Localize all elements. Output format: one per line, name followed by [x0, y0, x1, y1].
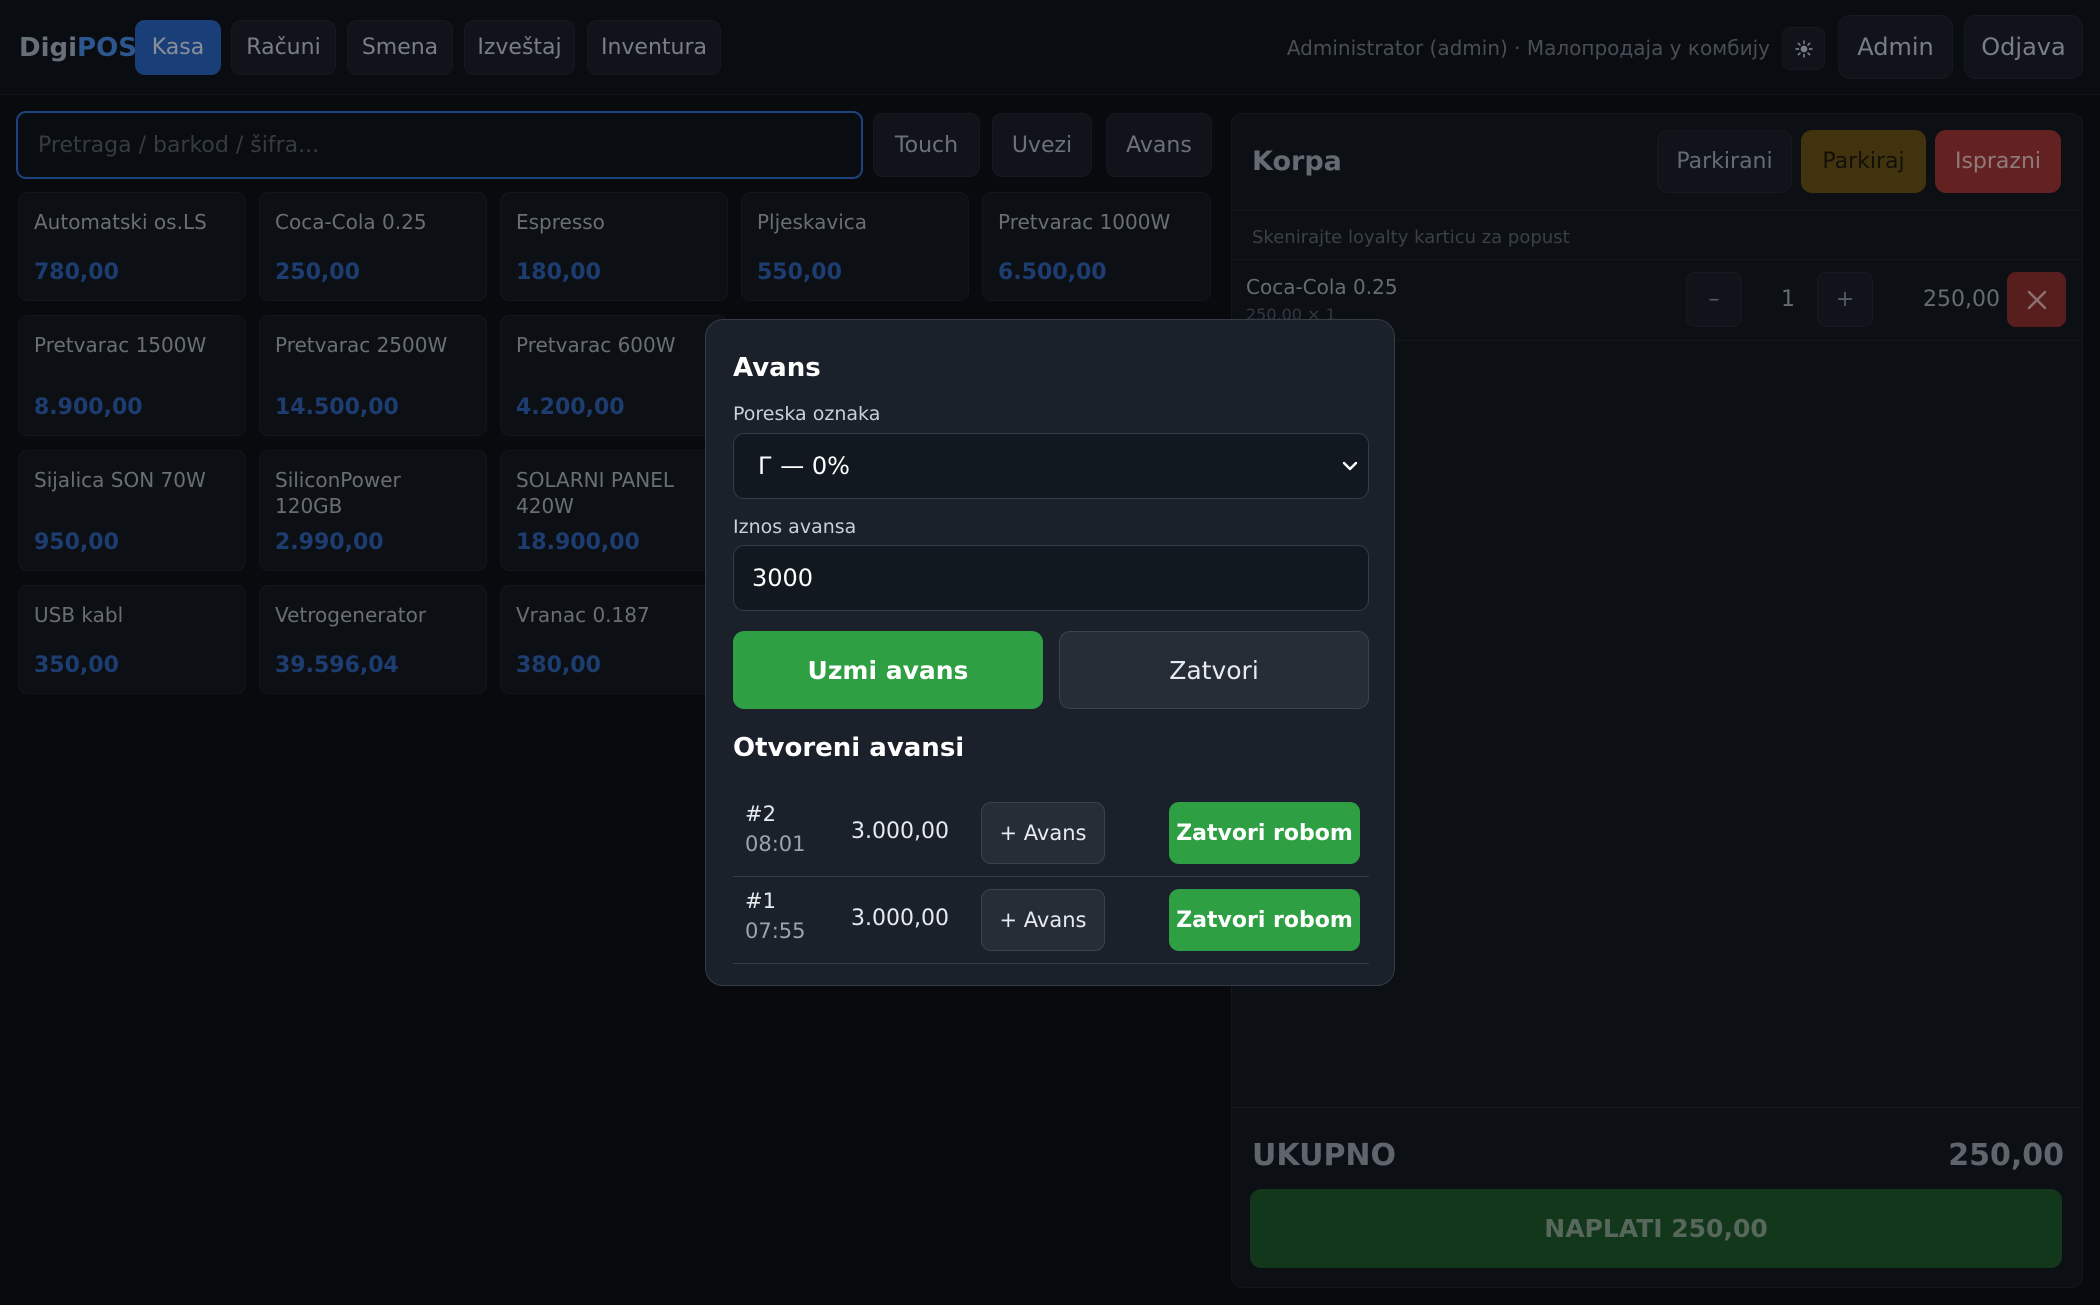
advance-id: #2 [745, 802, 776, 826]
advance-time: 07:55 [745, 919, 806, 943]
advance-amount: 3.000,00 [851, 819, 949, 844]
close-with-goods-button[interactable]: Zatvori robom [1169, 802, 1360, 864]
add-advance-button[interactable]: + Avans [981, 802, 1105, 864]
advance-id: #1 [745, 889, 776, 913]
tax-select-value: Г — 0% [758, 452, 850, 480]
tax-label: Poreska oznaka [733, 403, 881, 425]
open-advance-row: #1 07:55 3.000,00 + Avans Zatvori robom [733, 877, 1369, 964]
amount-input[interactable] [733, 545, 1369, 611]
amount-label: Iznos avansa [733, 516, 857, 538]
tax-select[interactable]: Г — 0% [733, 433, 1369, 499]
dialog-title: Avans [733, 353, 821, 383]
add-advance-button[interactable]: + Avans [981, 889, 1105, 951]
close-with-goods-button[interactable]: Zatvori robom [1169, 889, 1360, 951]
take-advance-button[interactable]: Uzmi avans [733, 631, 1043, 709]
close-dialog-button[interactable]: Zatvori [1059, 631, 1369, 709]
chevron-down-icon [1342, 461, 1358, 471]
advance-time: 08:01 [745, 832, 806, 856]
advance-amount: 3.000,00 [851, 906, 949, 931]
open-advances-title: Otvoreni avansi [733, 733, 965, 763]
advance-dialog: Avans Poreska oznaka Г — 0% Iznos avansa… [705, 319, 1395, 986]
open-advance-row: #2 08:01 3.000,00 + Avans Zatvori robom [733, 790, 1369, 877]
